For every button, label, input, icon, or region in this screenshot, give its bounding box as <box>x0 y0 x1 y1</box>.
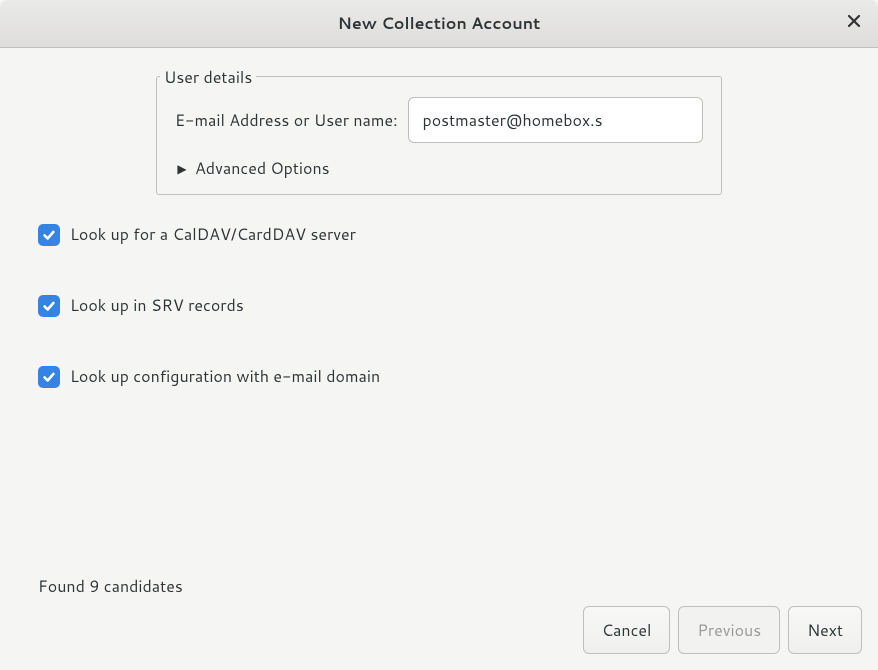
button-bar: Cancel Previous Next <box>583 606 862 654</box>
checkmark-icon <box>42 299 56 313</box>
email-row: E-mail Address or User name: <box>175 97 703 143</box>
status-message: Found 9 candidates <box>38 575 183 598</box>
email-input[interactable] <box>408 97 703 143</box>
advanced-options-expander[interactable]: ▶ Advanced Options <box>175 157 703 180</box>
checkbox-srv[interactable] <box>38 295 60 317</box>
email-label: E-mail Address or User name: <box>175 109 398 132</box>
dialog-title: New Collection Account <box>338 12 541 35</box>
advanced-options-label: Advanced Options <box>195 157 330 180</box>
titlebar: New Collection Account <box>0 0 878 48</box>
dialog-content: User details E-mail Address or User name… <box>0 48 878 670</box>
checkmark-icon <box>42 228 56 242</box>
previous-button[interactable]: Previous <box>678 606 780 654</box>
expander-triangle-icon: ▶ <box>175 160 189 177</box>
checkbox-config-label[interactable]: Look up configuration with e-mail domain <box>70 365 380 388</box>
checkbox-caldav-label[interactable]: Look up for a CalDAV/CardDAV server <box>70 223 356 246</box>
checkbox-row-config: Look up configuration with e-mail domain <box>38 365 840 388</box>
close-icon <box>847 14 861 33</box>
user-details-legend: User details <box>160 66 256 89</box>
checkbox-row-srv: Look up in SRV records <box>38 294 840 317</box>
checkbox-caldav[interactable] <box>38 224 60 246</box>
next-button[interactable]: Next <box>788 606 862 654</box>
checkbox-config[interactable] <box>38 366 60 388</box>
close-button[interactable] <box>842 12 866 36</box>
user-details-frame: User details E-mail Address or User name… <box>156 76 722 195</box>
checkmark-icon <box>42 370 56 384</box>
cancel-button[interactable]: Cancel <box>583 606 671 654</box>
checkbox-row-caldav: Look up for a CalDAV/CardDAV server <box>38 223 840 246</box>
checkbox-srv-label[interactable]: Look up in SRV records <box>70 294 244 317</box>
